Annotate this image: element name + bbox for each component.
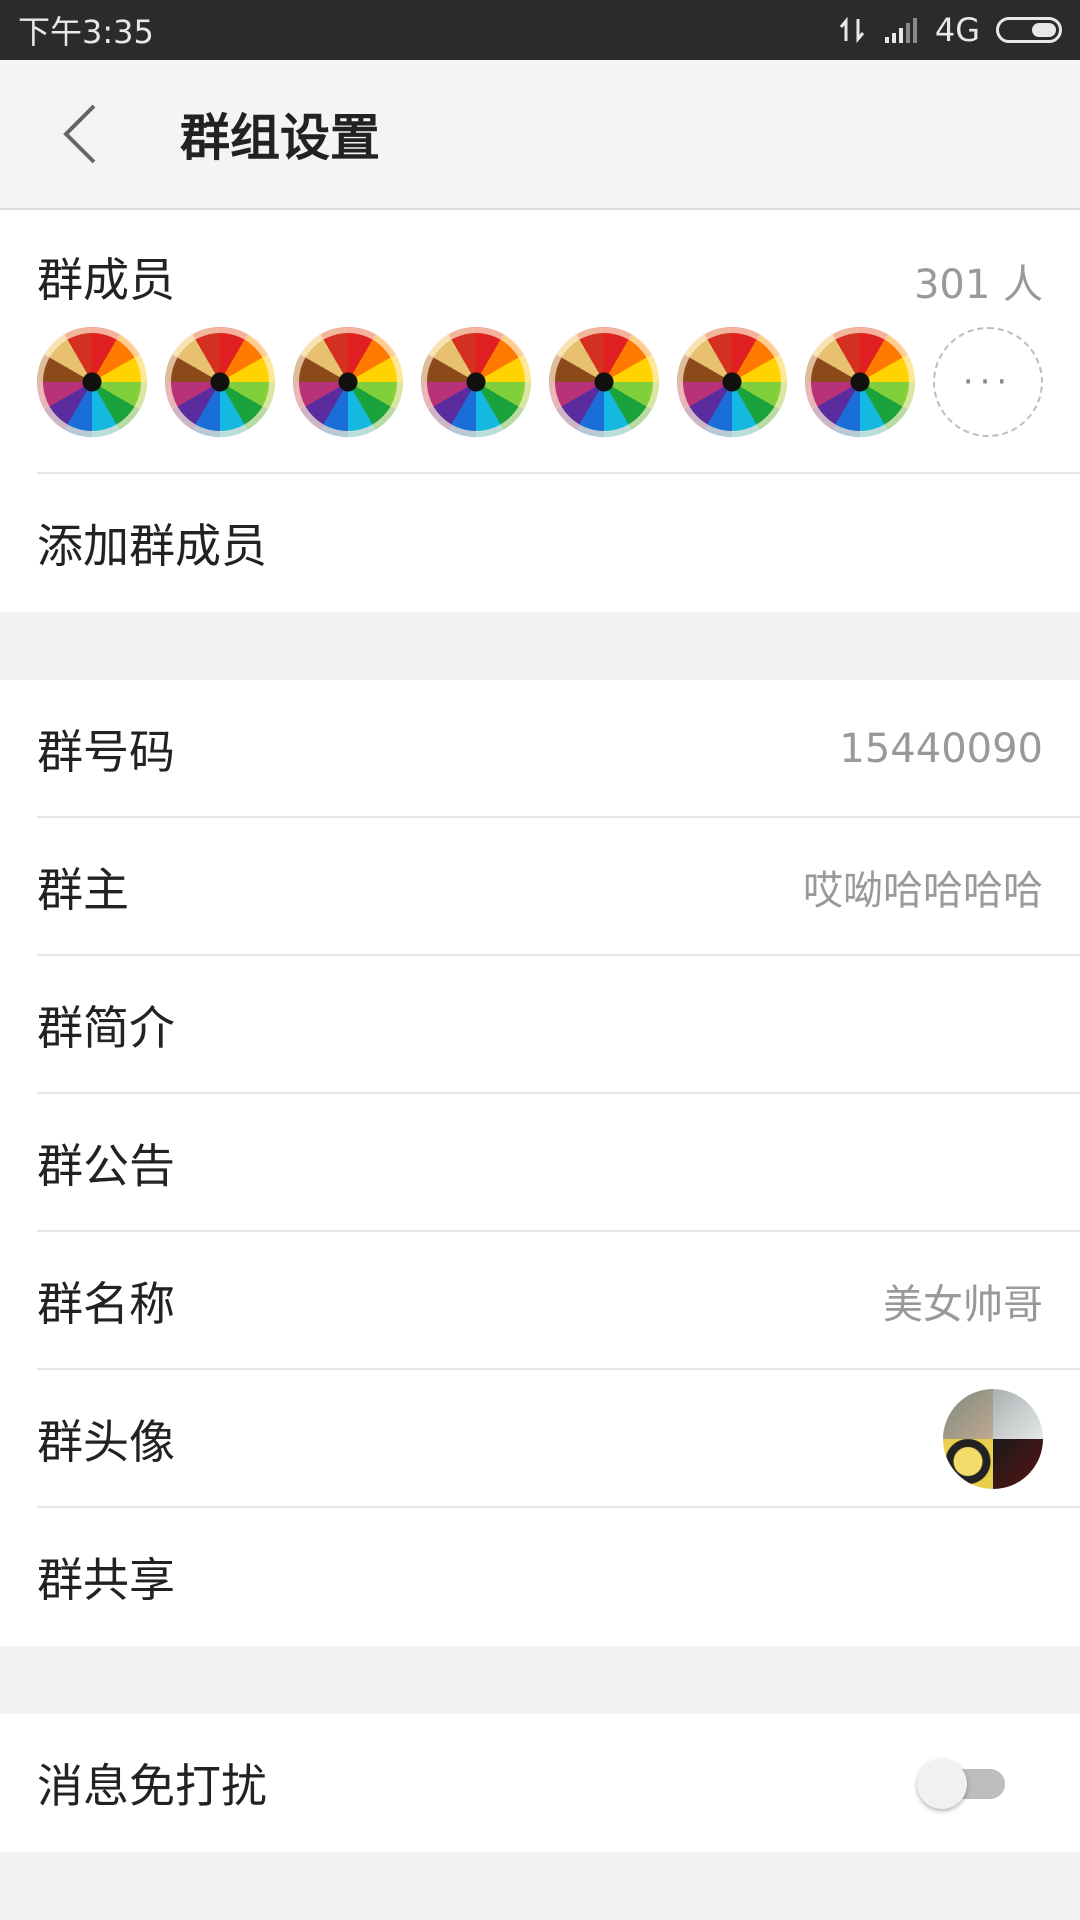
- battery-icon: [996, 17, 1062, 43]
- dnd-label: 消息免打扰: [37, 1759, 267, 1813]
- dnd-row: 消息免打扰: [0, 1714, 1080, 1852]
- group-name-label: 群名称: [37, 1277, 175, 1331]
- add-member-row[interactable]: 添加群成员: [0, 474, 1080, 612]
- group-intro-label: 群简介: [37, 1001, 175, 1055]
- page-title: 群组设置: [180, 109, 380, 167]
- status-icons: 4G: [837, 11, 1062, 49]
- status-bar: 下午3:35 4G: [0, 0, 1080, 60]
- member-avatar[interactable]: [37, 327, 147, 437]
- members-row[interactable]: 群成员 301 人: [0, 210, 1080, 320]
- chevron-left-icon: [63, 104, 96, 164]
- group-name-row[interactable]: 群名称 美女帅哥: [0, 1232, 1080, 1370]
- members-count: 301 人: [913, 262, 1043, 308]
- member-avatar[interactable]: [293, 327, 403, 437]
- members-section: 群成员 301 人 ··· 添加群成员: [0, 210, 1080, 612]
- group-share-label: 群共享: [37, 1553, 175, 1607]
- back-button[interactable]: [20, 59, 140, 209]
- group-number-label: 群号码: [37, 725, 175, 779]
- group-number-value: 15440090: [839, 726, 1043, 772]
- signal-icon: [883, 15, 919, 45]
- member-avatar[interactable]: [421, 327, 531, 437]
- member-avatar[interactable]: [805, 327, 915, 437]
- member-avatars: ···: [0, 320, 1080, 474]
- group-info-section: 群号码 15440090 群主 哎呦哈哈哈哈 群简介 群公告 群名称 美女帅哥 …: [0, 680, 1080, 1646]
- group-avatar-image: [943, 1389, 1043, 1489]
- group-number-row[interactable]: 群号码 15440090: [0, 680, 1080, 818]
- status-time: 下午3:35: [18, 13, 154, 51]
- add-member-label: 添加群成员: [37, 519, 267, 573]
- group-notice-row[interactable]: 群公告: [0, 1094, 1080, 1232]
- section-gap: [0, 612, 1080, 680]
- network-type: 4G: [934, 11, 980, 49]
- data-transfer-icon: [837, 15, 867, 45]
- group-notice-label: 群公告: [37, 1139, 175, 1193]
- dnd-section: 消息免打扰: [0, 1714, 1080, 1852]
- members-label: 群成员: [37, 253, 175, 307]
- group-owner-row[interactable]: 群主 哎呦哈哈哈哈: [0, 818, 1080, 956]
- group-avatar-row[interactable]: 群头像: [0, 1370, 1080, 1508]
- group-owner-value: 哎呦哈哈哈哈: [803, 868, 1043, 914]
- group-name-value: 美女帅哥: [883, 1282, 1043, 1328]
- member-avatar[interactable]: [165, 327, 275, 437]
- member-avatar[interactable]: [549, 327, 659, 437]
- group-share-row[interactable]: 群共享: [0, 1508, 1080, 1646]
- group-owner-label: 群主: [37, 863, 129, 917]
- member-avatar[interactable]: [677, 327, 787, 437]
- group-avatar-label: 群头像: [37, 1415, 175, 1469]
- more-members-button[interactable]: ···: [933, 327, 1043, 437]
- dnd-toggle[interactable]: [917, 1753, 1013, 1813]
- group-intro-row[interactable]: 群简介: [0, 956, 1080, 1094]
- app-header: 群组设置: [0, 60, 1080, 210]
- section-gap: [0, 1646, 1080, 1714]
